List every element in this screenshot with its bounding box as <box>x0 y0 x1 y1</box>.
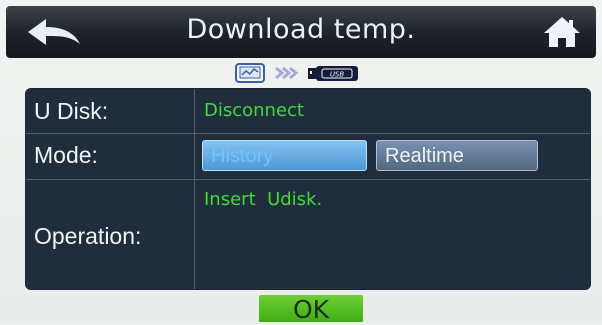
settings-panel: U Disk: Disconnect Mode: History Realtim… <box>26 89 590 289</box>
transfer-indicator: USB <box>232 63 364 83</box>
row-operation: Operation: Insert Udisk. <box>26 179 590 289</box>
operation-message: Insert Udisk. <box>204 189 323 210</box>
mode-realtime-button[interactable]: Realtime <box>376 140 538 171</box>
udisk-label: U Disk: <box>34 98 109 124</box>
mode-label: Mode: <box>34 142 98 168</box>
page-title: Download temp. <box>186 14 416 45</box>
double-chevron-right-icon <box>275 66 299 80</box>
svg-text:USB: USB <box>330 71 345 79</box>
usb-drive-icon: USB <box>308 66 358 81</box>
home-icon[interactable] <box>542 14 582 50</box>
ok-button[interactable]: OK <box>259 295 363 324</box>
udisk-status: Disconnect <box>204 100 304 121</box>
row-mode: Mode: History Realtime <box>26 133 590 180</box>
chart-screen-icon <box>235 63 265 83</box>
header-bar: Download temp. <box>6 6 596 58</box>
operation-label: Operation: <box>34 223 142 249</box>
row-udisk: U Disk: Disconnect <box>26 89 590 134</box>
mode-history-button[interactable]: History <box>202 140 367 171</box>
download-temp-screen: Download temp. USB U Disk: Disconnect Mo… <box>0 0 602 324</box>
